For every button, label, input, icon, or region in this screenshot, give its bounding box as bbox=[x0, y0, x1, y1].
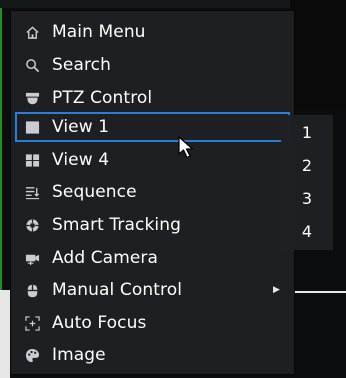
menu-item-ptz-control[interactable]: PTZ Control bbox=[15, 83, 290, 113]
submenu-item-3[interactable]: 3 bbox=[281, 183, 333, 213]
mouse-cursor-icon bbox=[177, 136, 201, 160]
menu-item-label: Search bbox=[52, 55, 112, 75]
single-view-icon bbox=[24, 119, 40, 135]
submenu-item-4[interactable]: 4 bbox=[281, 216, 333, 246]
submenu-item-2[interactable]: 2 bbox=[281, 150, 333, 180]
smart-tracking-icon bbox=[24, 217, 40, 233]
menu-item-label: Smart Tracking bbox=[52, 215, 181, 235]
view-1-submenu: 1 2 3 4 bbox=[281, 115, 333, 250]
menu-item-label: Sequence bbox=[52, 182, 137, 202]
menu-item-auto-focus[interactable]: Auto Focus bbox=[15, 308, 290, 338]
menu-item-label: View 4 bbox=[52, 150, 110, 170]
quad-view-icon bbox=[24, 152, 40, 168]
menu-item-label: Auto Focus bbox=[52, 313, 147, 333]
home-icon bbox=[24, 24, 40, 40]
menu-item-add-camera[interactable]: Add Camera bbox=[15, 243, 290, 273]
menu-item-label: View 1 bbox=[52, 117, 110, 137]
menu-item-sequence[interactable]: Sequence bbox=[15, 177, 290, 207]
sequence-icon bbox=[24, 184, 40, 200]
menu-item-main-menu[interactable]: Main Menu bbox=[15, 17, 290, 47]
menu-item-label: Manual Control bbox=[52, 280, 183, 300]
menu-item-label: Main Menu bbox=[52, 22, 146, 42]
add-camera-icon bbox=[24, 250, 40, 266]
background-divider-line bbox=[295, 291, 346, 293]
menu-item-image[interactable]: Image bbox=[15, 340, 290, 370]
submenu-arrow-icon: ▶ bbox=[272, 285, 280, 295]
background-right-panel bbox=[290, 0, 346, 110]
menu-item-label: Add Camera bbox=[52, 248, 159, 268]
ptz-camera-icon bbox=[24, 90, 40, 106]
manual-control-icon bbox=[24, 282, 40, 298]
context-menu: Main Menu Search PTZ Control View 1 View… bbox=[11, 11, 294, 374]
background-pale-strip bbox=[0, 290, 10, 378]
menu-item-label: PTZ Control bbox=[52, 88, 153, 108]
image-icon bbox=[24, 347, 40, 363]
background-green-edge bbox=[0, 8, 2, 290]
submenu-item-1[interactable]: 1 bbox=[281, 117, 333, 147]
menu-item-view-4[interactable]: View 4 bbox=[15, 145, 290, 175]
search-icon bbox=[24, 57, 40, 73]
menu-item-manual-control[interactable]: Manual Control ▶ bbox=[15, 275, 290, 305]
menu-item-smart-tracking[interactable]: Smart Tracking bbox=[15, 210, 290, 240]
menu-item-view-1[interactable]: View 1 bbox=[15, 112, 290, 142]
menu-item-label: Image bbox=[52, 345, 106, 365]
auto-focus-icon bbox=[24, 315, 40, 331]
menu-item-search[interactable]: Search bbox=[15, 50, 290, 80]
